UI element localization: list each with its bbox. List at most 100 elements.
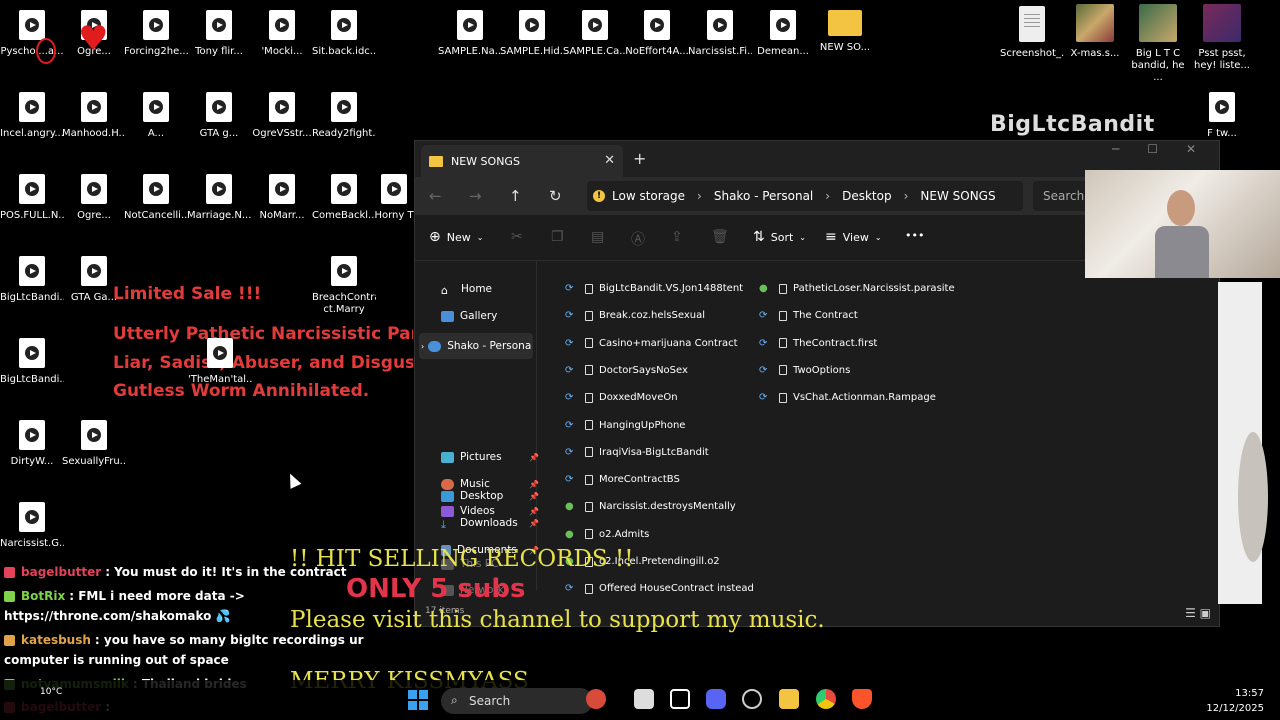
address-bar[interactable]: ! Low storage › Shako - Personal › Deskt…	[587, 181, 1023, 211]
nav-item-gallery[interactable]: Gallery	[441, 310, 551, 322]
nav-item-onedrive[interactable]: › Shako - Persona	[419, 333, 533, 359]
file-item[interactable]: ⟳ MoreContractBS	[565, 474, 680, 485]
desktop-file-icon[interactable]: POS.FULL.N...	[0, 174, 64, 222]
cut-icon[interactable]: ✂	[511, 229, 523, 245]
close-tab-icon[interactable]: ✕	[604, 153, 615, 168]
file-item[interactable]: ⟳ BigLtcBandit.VS.Jon1488tent	[565, 283, 743, 294]
desktop-file-icon[interactable]: SexuallyFru...	[62, 420, 126, 468]
back-arrow-icon[interactable]: ←	[429, 187, 442, 205]
file-item[interactable]: ⟳ HangingUpPhone	[565, 420, 685, 431]
file-item[interactable]: ⟳ Offered HouseContract instead	[565, 583, 754, 594]
new-button[interactable]: ⊕ New ⌄	[429, 229, 483, 245]
file-item[interactable]: ⟳ Break.coz.helsSexual	[565, 310, 705, 321]
refresh-icon[interactable]: ↻	[549, 187, 562, 205]
file-explorer-icon[interactable]	[779, 689, 799, 709]
desktop-file-icon[interactable]: X-mas.s...	[1063, 4, 1127, 60]
windows-start-icon[interactable]	[408, 690, 428, 710]
desktop-file-icon[interactable]: BigLtcBandi...	[0, 256, 64, 304]
desktop-file-icon[interactable]: NoEffort4A...	[625, 10, 689, 58]
desktop-file-icon[interactable]: Marriage.N...	[187, 174, 251, 222]
desktop-file-icon[interactable]: Forcing2he...	[124, 10, 188, 58]
nav-item-music[interactable]: Music 📌	[441, 478, 551, 490]
red-overlay-line-2: Liar, Sadist, Abuser, and Disgus	[113, 353, 413, 373]
paste-icon[interactable]: ▤	[591, 229, 604, 245]
sort-button[interactable]: ⇅ Sort ⌄	[753, 229, 806, 245]
desktop-folder-icon[interactable]: NEW SO...	[813, 10, 877, 54]
desktop-file-icon[interactable]: Big L T C bandid, he ...	[1126, 4, 1190, 84]
chrome-icon[interactable]	[816, 689, 836, 709]
weather-widget[interactable]: 10°C	[40, 687, 62, 697]
desktop-file-icon[interactable]: SAMPLE.Ca...	[563, 10, 627, 58]
desktop-file-icon[interactable]: Narcissist.Fi...	[688, 10, 752, 58]
file-item[interactable]: ⟳ IraqiVisa-BigLtcBandit	[565, 447, 709, 458]
maximize-icon[interactable]: ☐	[1147, 142, 1186, 156]
brave-icon[interactable]	[852, 689, 872, 709]
desktop-file-icon[interactable]: Ready2fight...	[312, 92, 376, 140]
close-window-icon[interactable]: ✕	[1186, 142, 1224, 156]
new-tab-button[interactable]: +	[633, 149, 646, 168]
file-item[interactable]: ● Narcissist.destroysMentally	[565, 501, 736, 512]
discord-icon[interactable]	[706, 689, 726, 709]
desktop-file-icon[interactable]: 'Mocki...	[250, 10, 314, 58]
details-view-icon[interactable]: ☰	[1185, 606, 1196, 620]
tiles-view-icon[interactable]: ▣	[1200, 606, 1211, 620]
nav-item-pictures[interactable]: Pictures 📌	[441, 451, 551, 463]
desktop-file-icon[interactable]: OgreVSstr...	[250, 92, 314, 140]
file-item[interactable]: ⟳ Casino+marijuana Contract	[565, 338, 738, 349]
desktop-file-icon[interactable]: Incel.angry...	[0, 92, 64, 140]
desktop-file-icon[interactable]: ComeBackl...	[312, 174, 376, 222]
up-arrow-icon[interactable]: ↑	[509, 187, 522, 205]
file-item[interactable]: ● PatheticLoser.Narcissist.parasite	[759, 283, 955, 294]
desktop-file-icon[interactable]: Psst psst, hey! liste...	[1190, 4, 1254, 72]
desktop-file-icon[interactable]: Narcissist.G...	[0, 502, 64, 550]
file-item[interactable]: ● o2.Admits	[565, 529, 649, 540]
desktop-file-icon[interactable]: A...	[124, 92, 188, 140]
desktop-file-icon[interactable]: Demean...	[751, 10, 815, 58]
video-file-icon	[19, 338, 45, 368]
desktop-file-icon[interactable]: SAMPLE.Na...	[438, 10, 502, 58]
file-item[interactable]: ⟳ TwoOptions	[759, 365, 850, 376]
taskbar-search[interactable]: ⌕ Search	[441, 688, 593, 714]
forward-arrow-icon[interactable]: →	[469, 187, 482, 205]
desktop-file-icon[interactable]: Ogre...	[62, 174, 126, 222]
desktop-file-icon[interactable]: NotCancelli...	[124, 174, 188, 222]
system-clock[interactable]: 13:57 12/12/2025	[1206, 686, 1264, 716]
file-item[interactable]: ⟳ DoctorSaysNoSex	[565, 365, 688, 376]
task-view-icon[interactable]	[634, 689, 654, 709]
minimize-icon[interactable]: ─	[1112, 142, 1147, 156]
desktop-file-icon[interactable]: BreachContra ct.Marry	[312, 256, 376, 316]
desktop-file-icon[interactable]: Tony flir...	[187, 10, 251, 58]
desktop-file-icon[interactable]: F tw...	[1190, 92, 1254, 140]
breadcrumb-item[interactable]: NEW SONGS	[920, 189, 995, 203]
desktop-file-icon[interactable]: NoMarr...	[250, 174, 314, 222]
file-item[interactable]: ⟳ TheContract.first	[759, 338, 877, 349]
file-item[interactable]: ⟳ VsChat.Actionman.Rampage	[759, 392, 936, 403]
copy-icon[interactable]: ❐	[551, 229, 564, 245]
desktop-file-icon[interactable]: SAMPLE.Hid...	[500, 10, 564, 58]
share-icon[interactable]: ⇪	[671, 229, 683, 245]
sync-pending-icon: ⟳	[759, 392, 768, 404]
desktop-file-icon[interactable]: Sit.back.idc...	[312, 10, 376, 58]
file-item[interactable]: ⟳ DoxxedMoveOn	[565, 392, 678, 403]
desktop-file-icon[interactable]: Manhood.H...	[62, 92, 126, 140]
rename-icon[interactable]: Ⓐ	[631, 229, 645, 249]
breadcrumb-item[interactable]: Desktop	[842, 189, 892, 203]
nav-item-home[interactable]: ⌂ Home	[441, 283, 551, 297]
delete-icon[interactable]: 🗑	[711, 229, 729, 245]
nav-item-videos[interactable]: Videos 📌	[441, 505, 551, 517]
desktop-file-icon[interactable]: GTA g...	[187, 92, 251, 140]
desktop-file-icon[interactable]: 'TheMan'tal...	[188, 338, 252, 386]
app-icon[interactable]	[670, 689, 690, 709]
desktop-file-icon[interactable]: DirtyW...	[0, 420, 64, 468]
tab-new-songs[interactable]: NEW SONGS ✕	[421, 145, 623, 177]
low-storage-label[interactable]: Low storage	[612, 189, 685, 203]
more-options-button[interactable]: •••	[905, 229, 924, 242]
file-item[interactable]: ⟳ The Contract	[759, 310, 858, 321]
view-button[interactable]: ≡ View ⌄	[825, 229, 882, 245]
desktop-file-icon[interactable]: Screenshot_...	[1000, 6, 1064, 60]
desktop-file-icon[interactable]: BigLtcBandi...	[0, 338, 64, 386]
desktop-file-icon[interactable]: Horny T	[374, 174, 414, 222]
breadcrumb-item[interactable]: Shako - Personal	[714, 189, 813, 203]
app-icon[interactable]	[586, 689, 606, 709]
settings-icon[interactable]	[742, 689, 762, 709]
